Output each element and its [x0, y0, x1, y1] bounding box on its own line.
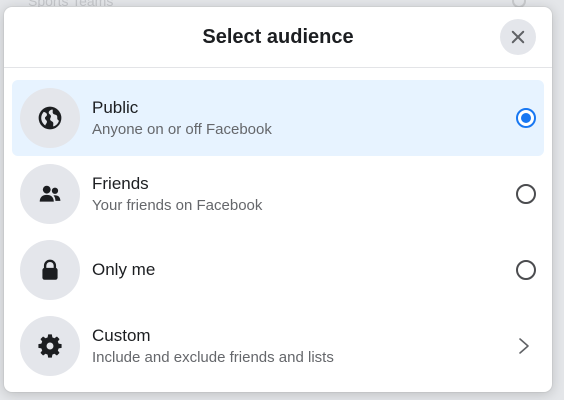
option-label: Only me	[92, 260, 156, 279]
option-label: Custom	[92, 325, 151, 345]
friends-icon-wrap	[20, 164, 80, 224]
friends-radio[interactable]	[516, 184, 536, 204]
option-label: Friends	[92, 173, 149, 193]
friends-icon	[39, 185, 61, 202]
option-friends-text: Friends Your friends on Facebook	[92, 156, 262, 232]
option-custom-text: Custom Include and exclude friends and l…	[92, 308, 334, 384]
close-button[interactable]	[500, 19, 536, 55]
globe-icon-wrap	[20, 88, 80, 148]
globe-icon	[38, 106, 62, 130]
option-description: Anyone on or off Facebook	[92, 120, 272, 138]
option-public[interactable]: Public Anyone on or off Facebook	[12, 80, 544, 156]
radio-selected-dot	[521, 113, 531, 123]
dialog-title: Select audience	[202, 25, 354, 48]
option-description: Include and exclude friends and lists	[92, 348, 334, 366]
option-only-me[interactable]: Only me	[12, 232, 544, 308]
gear-icon-wrap	[20, 316, 80, 376]
option-friends[interactable]: Friends Your friends on Facebook	[12, 156, 544, 232]
option-public-text: Public Anyone on or off Facebook	[92, 80, 272, 156]
option-description: Your friends on Facebook	[92, 196, 263, 214]
option-label: Public	[92, 97, 139, 117]
lock-icon-wrap	[20, 240, 80, 300]
close-icon	[511, 30, 525, 44]
option-custom[interactable]: Custom Include and exclude friends and l…	[12, 308, 544, 384]
only-me-radio[interactable]	[516, 260, 536, 280]
option-only-me-text: Only me	[92, 232, 155, 308]
lock-icon	[42, 259, 58, 280]
select-audience-dialog: Select audience Public Anyone on or off …	[4, 7, 552, 392]
gear-icon	[38, 334, 62, 358]
chevron-right-icon	[519, 338, 529, 354]
dialog-header: Select audience	[4, 7, 552, 68]
public-radio[interactable]	[516, 108, 536, 128]
